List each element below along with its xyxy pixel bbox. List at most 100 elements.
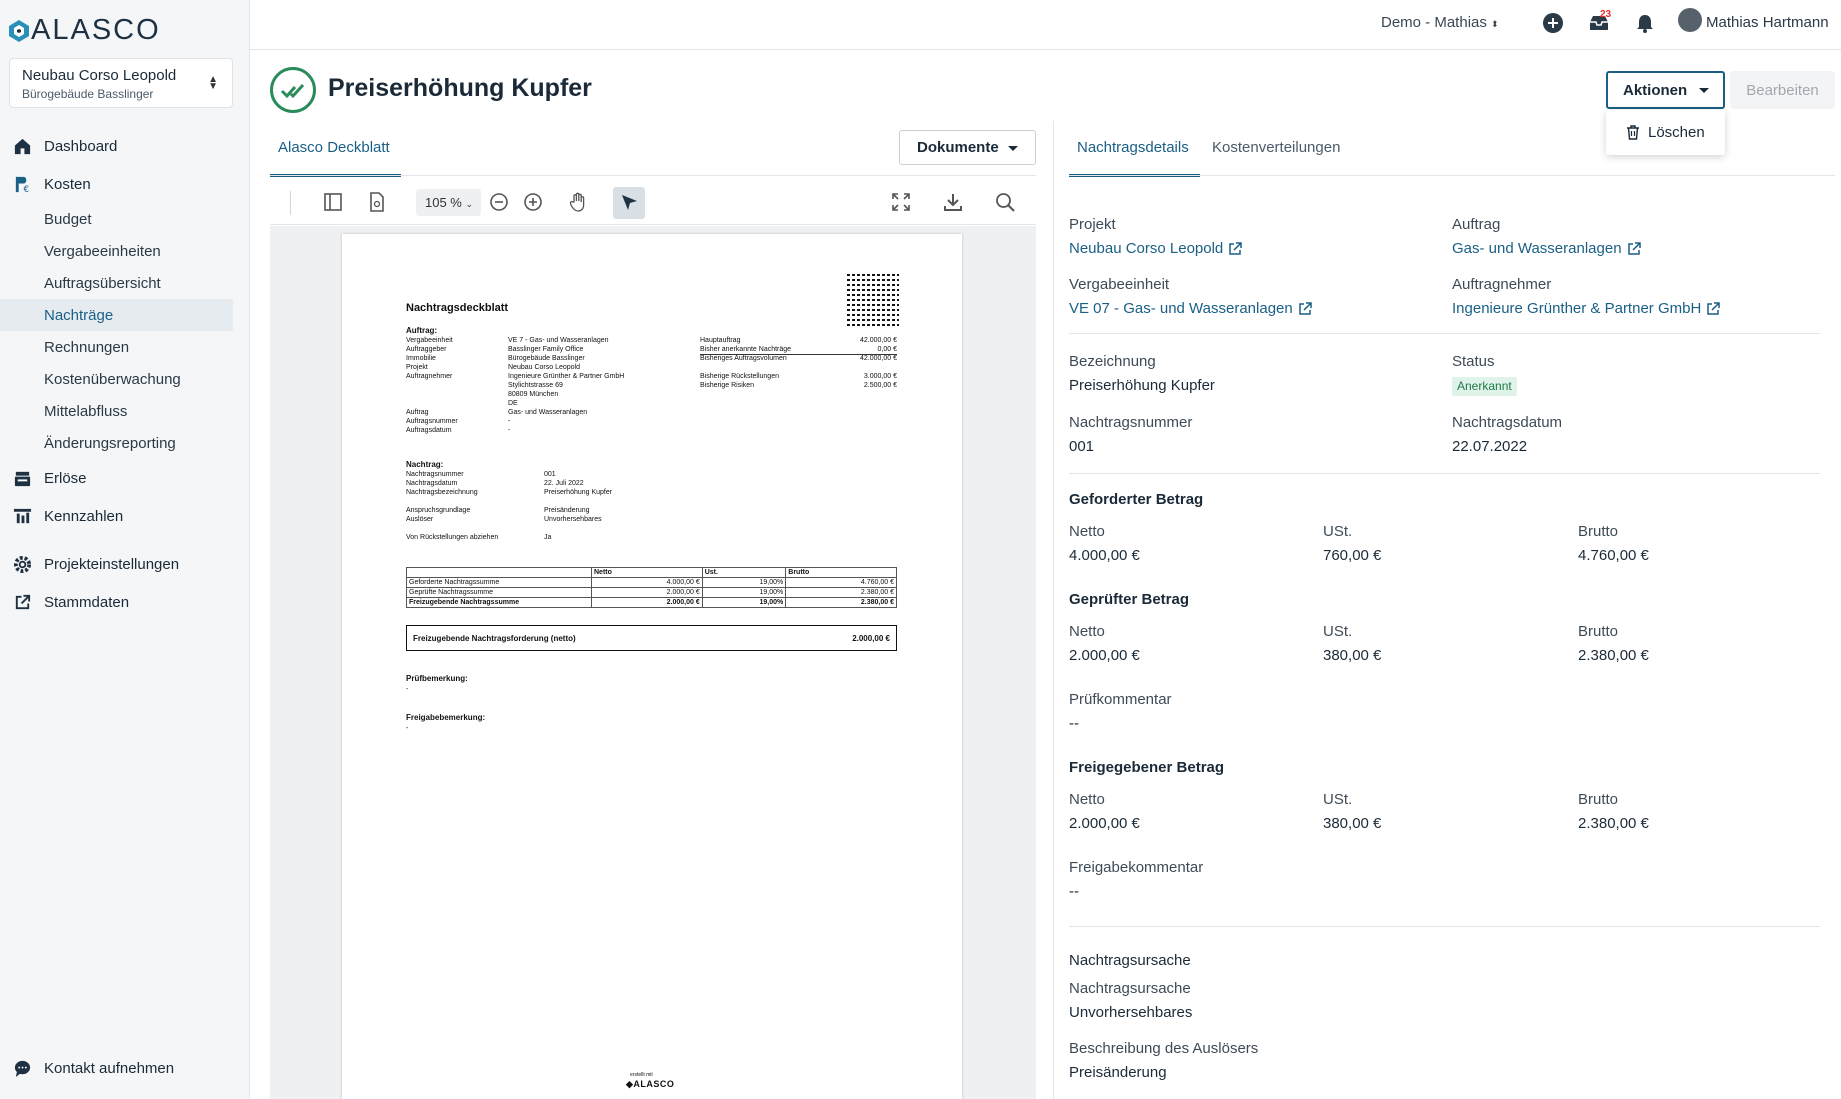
pdf-footer-logo-text: ALASCO — [633, 1079, 675, 1089]
freigabekommentar-label: Freigabekommentar — [1069, 859, 1204, 876]
nav-label: Erlöse — [44, 469, 87, 487]
pdf-auftrag-labels: Vergabeeinheit Auftraggeber Immobilie Pr… — [406, 337, 458, 434]
nav-sub-auftragsuebersicht[interactable]: Auftragsübersicht — [0, 267, 250, 299]
user-name[interactable]: Mathias Hartmann — [1706, 14, 1829, 31]
pdf-amount-table: Netto Ust. Brutto Geforderte Nachtragssu… — [406, 567, 897, 608]
delete-label: Löschen — [1648, 124, 1705, 141]
pdf-footer-logo: ◆ALASCO — [626, 1079, 675, 1089]
bell-icon[interactable] — [1634, 12, 1656, 34]
gefordert-brutto: 4.760,00 € — [1578, 547, 1649, 564]
fullscreen-icon[interactable] — [890, 191, 912, 213]
hand-tool-icon[interactable] — [567, 191, 589, 213]
auftragnehmer-link[interactable]: Ingenieure Grünther & Partner GmbH — [1452, 300, 1721, 317]
pdf-freigabe-bem-value: - — [406, 725, 409, 732]
table-cell: 2.000,00 € — [591, 597, 703, 608]
freigegeben-netto: 2.000,00 € — [1069, 815, 1140, 832]
gefordert-title: Geforderter Betrag — [1069, 491, 1204, 508]
tab-divider — [1069, 175, 1835, 176]
svg-text:€: € — [23, 185, 28, 194]
pdf-summary-labels: Hauptauftrag Bisher anerkannte Nachträge… — [700, 337, 792, 389]
projekt-value: Neubau Corso Leopold — [1069, 240, 1224, 257]
freigabe-label: Freizugebende Nachtragsforderung (netto) — [413, 634, 576, 643]
tab-alasco-deckblatt[interactable]: Alasco Deckblatt — [270, 131, 401, 177]
nav-sub-mittelabfluss[interactable]: Mittelabfluss — [0, 395, 250, 427]
demo-label: Demo - Mathias — [1381, 14, 1487, 31]
register-icon — [14, 471, 31, 487]
download-icon[interactable] — [942, 191, 964, 213]
nav-item-stammdaten[interactable]: Stammdaten — [0, 583, 250, 621]
geprueft-ust: 380,00 € — [1323, 647, 1382, 664]
alasco-logo[interactable]: ALASCO — [9, 14, 161, 47]
auftragnehmer-label: Auftragnehmer — [1452, 276, 1552, 293]
select-tool-button[interactable] — [613, 187, 645, 219]
aktionen-button[interactable]: Aktionen — [1606, 71, 1725, 109]
add-icon[interactable] — [1542, 12, 1564, 34]
avatar[interactable] — [1678, 8, 1702, 32]
bearbeiten-button[interactable]: Bearbeiten — [1730, 71, 1835, 109]
section-divider — [1069, 473, 1820, 474]
home-icon — [14, 138, 31, 155]
nav-item-erloese[interactable]: Erlöse — [0, 459, 250, 497]
table-row: Geforderte Nachtragssumme 4.000,00 € 19,… — [406, 577, 897, 588]
chevron-down-icon — [1699, 88, 1709, 93]
nav-sub-vergabeeinheiten[interactable]: Vergabeeinheiten — [0, 235, 250, 267]
gefordert-ust: 760,00 € — [1323, 547, 1382, 564]
nav-sub-nachtraege[interactable]: Nachträge — [0, 299, 233, 331]
zoom-out-icon[interactable] — [488, 191, 510, 213]
auftrag-link[interactable]: Gas- und Wasseranlagen — [1452, 240, 1641, 257]
table-cell: 2.380,00 € — [785, 587, 897, 598]
nav-item-contact[interactable]: Kontakt aufnehmen — [0, 1049, 174, 1087]
nav-sub-kostenueberwachung[interactable]: Kostenüberwachung — [0, 363, 250, 395]
nav-sub-aenderungsreporting[interactable]: Änderungsreporting — [0, 427, 250, 459]
table-header-cell: Netto — [591, 567, 703, 578]
nav-sub-budget[interactable]: Budget — [0, 203, 250, 235]
trash-icon — [1627, 125, 1639, 140]
geprueft-netto: 2.000,00 € — [1069, 647, 1140, 664]
section-divider — [1069, 333, 1820, 334]
delete-menu-item[interactable]: Löschen — [1606, 110, 1725, 155]
pdf-title: Nachtragsdeckblatt — [406, 302, 509, 314]
ausloeser-label: Beschreibung des Auslösers — [1069, 1040, 1259, 1057]
vergabe-label: Vergabeeinheit — [1069, 276, 1170, 293]
sidebar-toggle-icon[interactable] — [322, 191, 344, 213]
projekt-link[interactable]: Neubau Corso Leopold — [1069, 240, 1243, 257]
external-link-icon — [15, 594, 31, 610]
nav-sub-rechnungen[interactable]: Rechnungen — [0, 331, 250, 363]
bezeichnung-label: Bezeichnung — [1069, 353, 1156, 370]
table-header-cell: Brutto — [785, 567, 897, 578]
freigegeben-ust: 380,00 € — [1323, 815, 1382, 832]
search-icon[interactable] — [994, 191, 1016, 213]
pdf-toolbar: 105 % ⌄ — [270, 181, 1036, 225]
nav-item-kennzahlen[interactable]: Kennzahlen — [0, 497, 250, 535]
col-brutto-label: Brutto — [1578, 523, 1619, 540]
nav-item-kosten[interactable]: € Kosten — [0, 165, 250, 203]
sort-caret-icon: ⬍ — [1491, 19, 1499, 29]
nav-label: Dashboard — [44, 137, 118, 155]
contact-link[interactable]: Kontakt aufnehmen — [0, 1049, 174, 1087]
chart-icon — [13, 508, 32, 524]
col-ust-label: USt. — [1323, 623, 1353, 640]
vergabe-link[interactable]: VE 07 - Gas- und Wasseranlagen — [1069, 300, 1312, 317]
pdf-table-header: Netto Ust. Brutto — [406, 567, 897, 578]
page-icon[interactable] — [366, 191, 388, 213]
zoom-in-icon[interactable] — [522, 191, 544, 213]
pdf-freigabe-heading: Freigabebemerkung: — [406, 713, 486, 722]
zoom-select[interactable]: 105 % ⌄ — [416, 189, 481, 216]
alasco-logo-icon — [9, 19, 29, 42]
tab-kostenverteilungen[interactable]: Kostenverteilungen — [1212, 139, 1340, 156]
col-netto-label: Netto — [1069, 791, 1105, 808]
tab-divider — [270, 175, 1036, 176]
nav-item-projekteinstellungen[interactable]: Projekteinstellungen — [0, 545, 250, 583]
table-cell: 2.380,00 € — [785, 597, 897, 608]
pdf-nachtrag-labels: Nachtragsnummer Nachtragsdatum Nachtrags… — [406, 471, 499, 541]
freigegeben-title: Freigegebener Betrag — [1069, 759, 1225, 776]
demo-selector[interactable]: Demo - Mathias ⬍ — [1381, 14, 1499, 31]
pdf-viewer[interactable]: Nachtragsdeckblatt Auftrag: Vergabeeinhe… — [270, 226, 1036, 1099]
table-cell: Geforderte Nachtragssumme — [406, 577, 592, 588]
dokumente-button[interactable]: Dokumente — [899, 130, 1036, 165]
project-selector[interactable]: Neubau Corso Leopold Bürogebäude Basslin… — [9, 58, 233, 108]
nav-label: Stammdaten — [44, 593, 130, 611]
tab-nachtragsdetails[interactable]: Nachtragsdetails — [1069, 131, 1200, 177]
table-cell: 4.000,00 € — [591, 577, 703, 588]
nav-item-dashboard[interactable]: Dashboard — [0, 127, 250, 165]
